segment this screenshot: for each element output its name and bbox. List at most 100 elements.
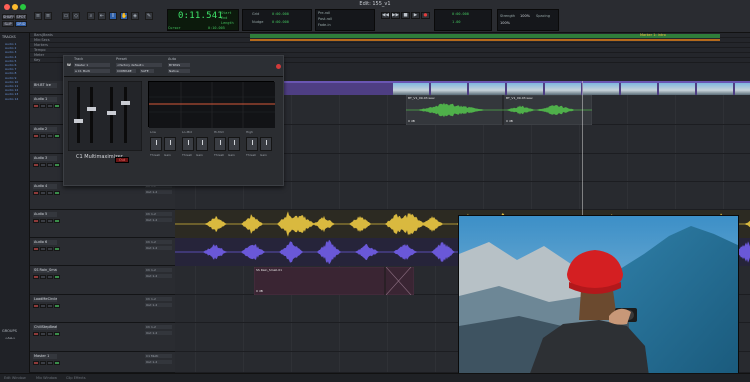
record-enable-button[interactable] [33,361,39,365]
track-output-slot[interactable]: Out 1-2 [145,246,172,250]
input-monitor-button[interactable] [40,275,46,279]
solo-button[interactable] [47,332,53,336]
solo-button[interactable] [47,219,53,223]
input-monitor-button[interactable] [40,134,46,138]
record-button[interactable]: ● [421,12,430,19]
pencil-tool-icon[interactable]: ✎ [145,12,153,20]
track-name[interactable]: Audio 6 [33,240,57,245]
track-output-slot[interactable]: Out 1-2 [145,331,172,335]
record-enable-button[interactable] [33,332,39,336]
scrubber-tool-icon[interactable]: ◈ [131,12,139,20]
input-monitor-button[interactable] [40,361,46,365]
zoom-in-icon[interactable]: ≡ [44,12,52,20]
plugin-safe-button[interactable]: SAFE [140,69,154,73]
track-insert-slot[interactable]: Ch 1-2 [145,325,172,329]
track-output-slot[interactable]: Out 1-2 [145,274,172,278]
mode-spot-button[interactable]: SPOT [15,14,27,20]
band-knob[interactable] [182,137,194,151]
track-name[interactable]: Audio 1 [33,97,57,102]
mode-shuffle-button[interactable]: SHUFFLE [2,14,19,20]
band-knob[interactable] [214,137,226,151]
input-monitor-button[interactable] [40,247,46,251]
track-name[interactable]: SS Rain_Small [33,268,57,273]
groups-list-item[interactable]: <ALL> [5,336,15,340]
band-knob[interactable] [196,137,208,151]
record-enable-button[interactable] [33,163,39,167]
mute-button[interactable] [54,332,60,336]
band-knob[interactable] [260,137,272,151]
track-name[interactable]: Audio 4 [33,184,57,189]
stop-button[interactable]: ■ [401,12,410,19]
solo-button[interactable] [47,275,53,279]
band-knob[interactable] [246,137,258,151]
track-header[interactable]: Master 1 C1 Multi Out 1-2 [30,352,175,373]
edit-window-tab[interactable]: Edit Window [4,376,26,380]
record-enable-button[interactable] [33,104,39,108]
rewind-button[interactable]: ◀◀ [381,12,390,19]
mute-button[interactable] [54,247,60,251]
track-output-slot[interactable]: Out 1-2 [145,218,172,222]
plugin-insert-select[interactable]: a C1 Multi [74,69,110,73]
fast-forward-button[interactable]: ▶▶ [391,12,400,19]
track-header[interactable]: ChillStepBeat Ch 1-2 Out 1-2 [30,323,175,352]
track-insert-slot[interactable]: C1 Multi [145,354,172,358]
mode-grid-button[interactable]: GRID [15,21,27,27]
strength-panel[interactable] [497,9,559,31]
track-output-slot[interactable]: Out 1-2 [145,303,172,307]
track-header[interactable]: LoadMeCircle2 Ch 1-2 Out 1-2 [30,295,175,323]
track-header[interactable]: Audio 5 Ch 1-2 Out 1-2 [30,210,175,238]
solo-button[interactable] [47,191,53,195]
track-output-slot[interactable]: Out 1-2 [145,360,172,364]
record-enable-button[interactable] [33,304,39,308]
plugin-preset-select[interactable]: <factory default> [116,63,162,67]
track-insert-slot[interactable]: Ch 1-2 [145,240,172,244]
solo-button[interactable] [47,163,53,167]
plugin-red-button[interactable]: Out [115,157,129,163]
mute-button[interactable] [54,163,60,167]
clip-effects-tab[interactable]: Clip Effects [66,376,86,380]
mute-button[interactable] [54,219,60,223]
track-insert-slot[interactable]: Ch 1-2 [145,297,172,301]
track-name[interactable]: Audio 5 [33,212,57,217]
solo-button[interactable] [47,247,53,251]
mute-button[interactable] [54,104,60,108]
plugin-track-select[interactable]: Master 1 [74,63,110,67]
input-monitor-button[interactable] [40,191,46,195]
track-output-slot[interactable]: Out 1-2 [145,190,172,194]
record-enable-button[interactable] [33,275,39,279]
track-header[interactable]: Audio 6 Ch 1-2 Out 1-2 [30,238,175,266]
video-clip[interactable] [283,81,750,95]
record-enable-button[interactable] [33,191,39,195]
solo-button[interactable] [47,304,53,308]
record-enable-button[interactable] [33,247,39,251]
play-button[interactable]: ▶ [411,12,420,19]
mode-slip-button[interactable]: SLIP [2,21,14,27]
track-insert-slot[interactable]: Ch 1-2 [145,268,172,272]
zoom-preset-icon[interactable]: ▭ [62,12,70,20]
zoom-preset-2-icon[interactable]: ◇ [72,12,80,20]
track-name[interactable]: ChillStepBeat [33,325,57,330]
track-name[interactable]: Audio 2 [33,127,57,132]
mute-button[interactable] [54,361,60,365]
track-insert-slot[interactable]: Ch 1-2 [145,212,172,216]
plugin-close-icon[interactable] [276,64,281,69]
mute-button[interactable] [54,134,60,138]
input-monitor-button[interactable] [40,219,46,223]
track-name[interactable]: Audio 3 [33,156,57,161]
track-name[interactable]: BH.BT Ice [33,83,57,88]
band-knob[interactable] [164,137,176,151]
record-enable-button[interactable] [33,134,39,138]
band-knob[interactable] [150,137,162,151]
eq-graph[interactable] [148,81,275,128]
track-name[interactable]: LoadMeCircle2 [33,297,57,302]
track-header[interactable]: Audio 4 Ch 1-2 Out 1-2 [30,182,175,210]
plugin-window[interactable]: Track Preset Auto Master 1 <factory defa… [63,55,284,186]
grabber-tool-icon[interactable]: ✋ [120,12,128,20]
solo-button[interactable] [47,104,53,108]
mute-button[interactable] [54,304,60,308]
plugin-compare-button[interactable]: COMPARE [116,69,136,73]
input-monitor-button[interactable] [40,163,46,167]
video-window[interactable] [458,215,739,375]
zoom-out-icon[interactable]: ≡ [34,12,42,20]
input-monitor-button[interactable] [40,332,46,336]
